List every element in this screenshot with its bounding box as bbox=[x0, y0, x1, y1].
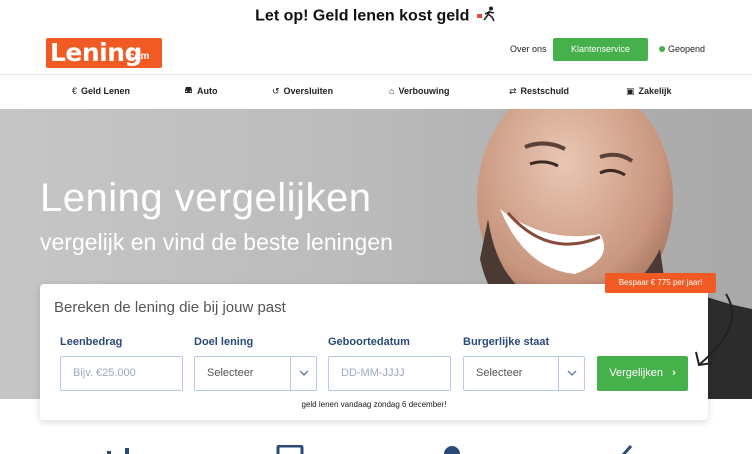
home-icon: ⌂ bbox=[389, 86, 395, 96]
warning-banner: Let op! Geld lenen kost geld bbox=[0, 6, 752, 27]
today-note: geld lenen vandaag zondag 6 december! bbox=[301, 400, 447, 409]
customer-service-button[interactable]: Klantenservice bbox=[553, 38, 648, 61]
menu-label: Zakelijk bbox=[638, 86, 672, 96]
about-link[interactable]: Over ons bbox=[510, 44, 547, 54]
menu-label: Auto bbox=[197, 86, 218, 96]
compare-button[interactable]: Vergelijken › bbox=[597, 356, 688, 391]
open-status: Geopend bbox=[659, 44, 705, 54]
purpose-select[interactable]: Selecteer bbox=[194, 356, 317, 391]
menu-label: Oversluiten bbox=[283, 86, 334, 96]
curved-arrow-icon bbox=[695, 293, 734, 367]
menu-label: Geld Lenen bbox=[81, 86, 131, 96]
logo-suffix: .com bbox=[126, 51, 150, 62]
briefcase-icon: ▣ bbox=[626, 86, 635, 96]
running-man-icon bbox=[476, 6, 497, 27]
marital-label: Burgerlijke staat bbox=[463, 336, 550, 348]
hero-subtitle: vergelijk en vind de beste leningen bbox=[40, 229, 393, 255]
purpose-value: Selecteer bbox=[207, 367, 254, 379]
chevron-down-icon[interactable] bbox=[558, 357, 584, 390]
marital-value: Selecteer bbox=[476, 367, 523, 379]
compare-label: Vergelijken bbox=[609, 367, 664, 379]
purpose-label: Doel lening bbox=[194, 336, 254, 348]
amount-input[interactable]: Bijv. €25.000 bbox=[60, 356, 183, 391]
menu-item-geld-lenen[interactable]: € Geld Lenen bbox=[72, 86, 130, 96]
feature-pen-icon bbox=[621, 445, 633, 454]
status-label: Geopend bbox=[668, 44, 706, 54]
amount-label: Leenbedrag bbox=[60, 336, 123, 348]
birthdate-label: Geboortedatum bbox=[328, 336, 410, 348]
loan-calculator-card: Bereken de lening die bij jouw past Leen… bbox=[40, 284, 708, 420]
hero-title: Lening vergelijken bbox=[40, 176, 372, 220]
retweet-icon: ⇄ bbox=[509, 86, 517, 96]
feature-person-icon bbox=[444, 446, 460, 454]
menu-item-restschuld[interactable]: ⇄ Restschuld bbox=[509, 86, 569, 97]
menu-item-oversluiten[interactable]: ↺ Oversluiten bbox=[272, 86, 333, 97]
birthdate-input[interactable]: DD-MM-JJJJ bbox=[328, 356, 451, 391]
menu-item-auto[interactable]: Auto bbox=[184, 86, 218, 96]
marital-select[interactable]: Selecteer bbox=[463, 356, 585, 391]
car-icon bbox=[184, 86, 193, 96]
chevron-down-icon[interactable] bbox=[290, 357, 316, 390]
euro-icon: € bbox=[72, 86, 78, 96]
lening-logo[interactable]: Lening .com bbox=[46, 38, 162, 68]
calculator-title: Bereken de lening die bij jouw past bbox=[54, 299, 286, 316]
undo-icon: ↺ bbox=[272, 86, 280, 96]
main-menu: € Geld Lenen Auto ↺ Oversluiten ⌂ Verbouwin… bbox=[0, 75, 752, 108]
menu-item-verbouwing[interactable]: ⌂ Verbouwing bbox=[389, 86, 449, 96]
chevron-right-icon: › bbox=[672, 367, 676, 379]
warning-text: Let op! Geld lenen kost geld bbox=[255, 7, 470, 25]
feature-chart-icon bbox=[107, 448, 129, 454]
menu-label: Verbouwing bbox=[398, 86, 450, 96]
status-dot-icon bbox=[659, 46, 665, 52]
feature-document-icon bbox=[276, 445, 304, 454]
menu-label: Restschuld bbox=[520, 86, 570, 96]
menu-item-zakelijk[interactable]: ▣ Zakelijk bbox=[626, 86, 672, 97]
